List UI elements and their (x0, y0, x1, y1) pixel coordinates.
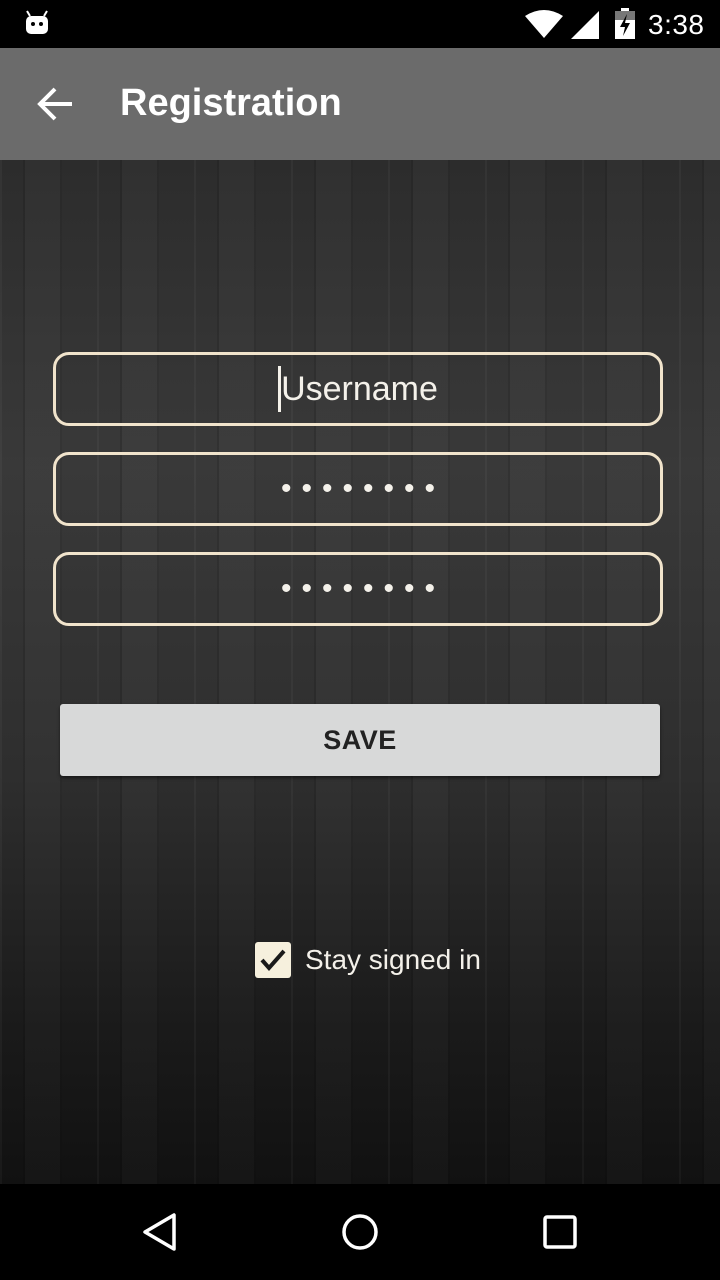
stay-signed-in-label: Stay signed in (305, 944, 481, 975)
checkmark-icon (260, 949, 286, 972)
page-title: Registration (120, 82, 342, 124)
status-time: 3:38 (648, 9, 705, 40)
confirm-password-input[interactable]: •••••••• (53, 552, 663, 626)
screen: 3:38 Registration Username •••••••• ••••… (0, 0, 720, 1280)
confirm-password-masked-value: •••••••• (280, 572, 446, 605)
battery-charging-icon (615, 8, 635, 39)
username-input[interactable]: Username (53, 352, 663, 426)
registration-form: Username •••••••• •••••••• SAVE Stay sig… (0, 160, 720, 1184)
android-icon (26, 10, 48, 34)
back-button[interactable] (28, 78, 84, 130)
text-cursor (278, 366, 282, 412)
arrow-back-icon (37, 87, 72, 121)
back-triangle-icon[interactable] (140, 1212, 180, 1252)
wifi-icon (525, 10, 563, 38)
recents-square-icon[interactable] (540, 1212, 580, 1252)
username-placeholder: Username (281, 369, 438, 408)
signal-icon (571, 11, 599, 39)
save-button[interactable]: SAVE (60, 704, 660, 776)
password-masked-value: •••••••• (280, 472, 446, 505)
home-circle-icon[interactable] (340, 1212, 380, 1252)
checkbox-box[interactable] (255, 942, 291, 978)
navigation-bar (0, 1184, 720, 1280)
status-bar: 3:38 (0, 0, 720, 48)
password-input[interactable]: •••••••• (53, 452, 663, 526)
stay-signed-in-checkbox[interactable]: Stay signed in (255, 942, 481, 978)
app-bar: Registration (0, 48, 720, 160)
